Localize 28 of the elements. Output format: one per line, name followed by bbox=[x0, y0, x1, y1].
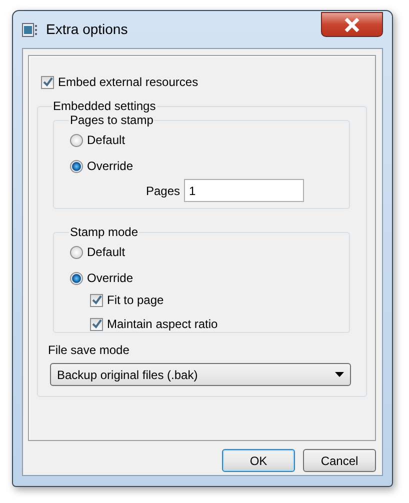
radio-button[interactable] bbox=[70, 134, 83, 146]
radio-label[interactable]: Default bbox=[87, 243, 126, 261]
group-title: Embedded settings bbox=[52, 99, 157, 113]
window-title: Extra options bbox=[46, 20, 128, 39]
window-icon bbox=[22, 22, 38, 36]
checkbox[interactable] bbox=[90, 318, 103, 330]
dropdown-arrow-icon bbox=[335, 372, 344, 377]
checkbox[interactable] bbox=[41, 76, 54, 88]
close-button[interactable] bbox=[321, 12, 383, 37]
checkbox-label[interactable]: Embed external resources bbox=[58, 73, 198, 91]
radio-label[interactable]: Override bbox=[87, 157, 134, 175]
dialog-button[interactable]: Cancel bbox=[303, 449, 376, 472]
save-mode-dropdown[interactable]: Backup original files (.bak) bbox=[50, 363, 351, 386]
group-title: Stamp mode bbox=[69, 225, 140, 239]
radio-button[interactable] bbox=[70, 160, 83, 172]
pages-field[interactable]: 1 bbox=[184, 179, 304, 202]
field-label: Pages bbox=[146, 182, 180, 200]
checkbox-label[interactable]: Maintain aspect ratio bbox=[107, 315, 218, 333]
radio-label[interactable]: Override bbox=[87, 269, 134, 287]
checkbox-label[interactable]: Fit to page bbox=[107, 291, 164, 309]
checkbox[interactable] bbox=[90, 294, 103, 306]
close-icon bbox=[344, 18, 360, 32]
field-label: File save mode bbox=[48, 342, 130, 359]
radio-button[interactable] bbox=[70, 272, 83, 284]
group-title: Pages to stamp bbox=[69, 113, 154, 127]
radio-button[interactable] bbox=[70, 246, 83, 258]
dialog-button[interactable]: OK bbox=[222, 449, 295, 472]
radio-label[interactable]: Default bbox=[87, 131, 126, 149]
